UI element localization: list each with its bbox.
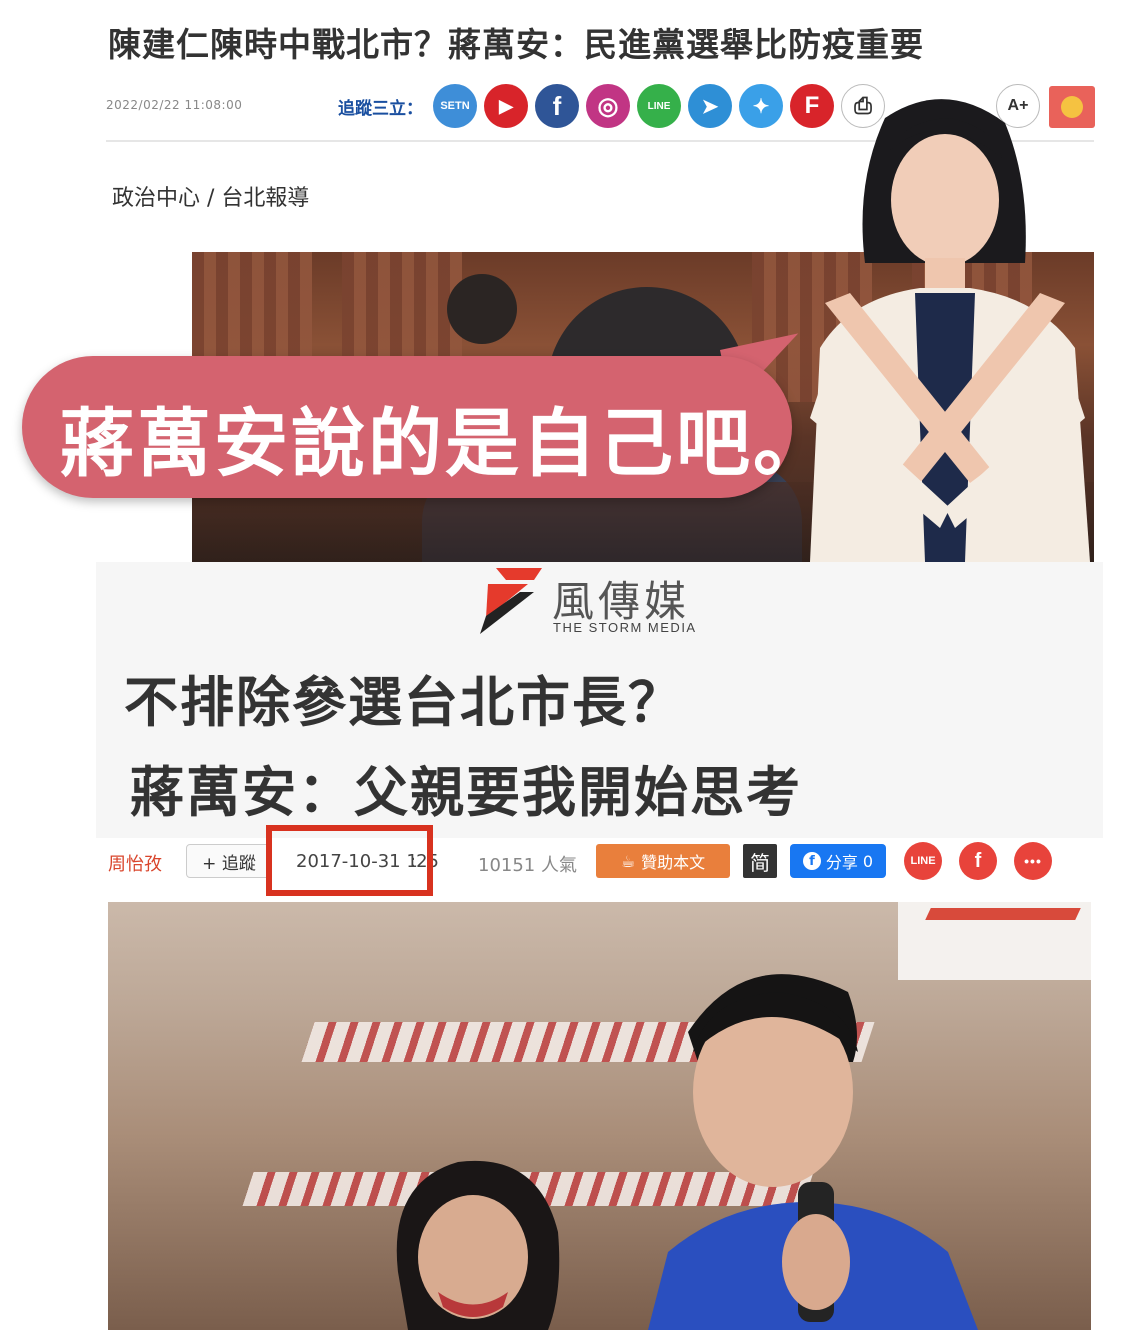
youtube-icon-glyph: ▶ — [499, 95, 513, 116]
share-count: 0 — [862, 851, 874, 871]
follow-label: 追蹤三立： — [338, 99, 423, 119]
sponsor-label: 贊助本文 — [641, 853, 706, 872]
youtube-icon[interactable]: ▶ — [484, 84, 528, 128]
headline-line-2: 蔣萬安：父親要我開始思考 — [130, 761, 802, 824]
instagram-icon-glyph: ◎ — [597, 92, 619, 120]
facebook-icon[interactable]: f — [535, 84, 579, 128]
logo-english: THE STORM MEDIA — [553, 620, 697, 635]
sponsor-button[interactable]: ☕ 贊助本文 — [596, 844, 730, 878]
storm-media-article: 風傳媒 THE STORM MEDIA 不排除參選台北市長？ 蔣萬安：父親要我開… — [96, 562, 1103, 838]
presenter-figure — [810, 99, 1090, 562]
storm-article-photo — [108, 902, 1091, 1330]
view-count: 10151 人氣 — [478, 855, 577, 876]
facebook-share-button[interactable]: f 分享 0 — [790, 844, 886, 878]
coffee-icon: ☕ — [620, 851, 636, 871]
setn-icon-label: SETN — [440, 100, 470, 112]
article-title: 陳建仁陳時中戰北市？蔣萬安：民進黨選舉比防疫重要 — [108, 25, 924, 64]
headline-line-1: 不排除參選台北市長？ — [124, 671, 684, 734]
author-name[interactable]: 周怡孜 — [108, 850, 162, 876]
storm-logo-icon — [480, 568, 542, 634]
camera-icon — [447, 274, 517, 344]
callout-text: 蔣萬安說的是自己吧。 — [60, 401, 830, 487]
article-datetime: 2022/02/22 11:08:00 — [106, 98, 243, 112]
more-options-icon[interactable]: ••• — [1014, 842, 1052, 880]
follow-author-button[interactable]: + 追蹤 — [186, 844, 272, 878]
line-share-icon[interactable]: LINE — [904, 842, 942, 880]
facebook-icon: f — [802, 852, 821, 870]
article-meta-bar: 周怡孜 + 追蹤 2017-10-31 1 :25 10151 人氣 ☕ 贊助本… — [96, 838, 1103, 900]
line-icon[interactable]: LINE — [637, 84, 681, 128]
telegram-icon-glyph: ➤ — [701, 95, 719, 118]
telegram-icon[interactable]: ➤ — [688, 84, 732, 128]
facebook-share-icon[interactable]: f — [959, 842, 997, 880]
facebook-icon-glyph: f — [552, 90, 562, 121]
speaker-figure — [648, 974, 978, 1330]
setn-article: 陳建仁陳時中戰北市？蔣萬安：民進黨選舉比防疫重要 2022/02/22 11:0… — [0, 0, 1140, 562]
twitter-icon[interactable]: ✦ — [739, 84, 783, 128]
article-byline: 政治中心 / 台北報導 — [112, 186, 310, 211]
simplified-chinese-button[interactable]: 简 — [743, 844, 777, 878]
instagram-icon[interactable]: ◎ — [586, 84, 630, 128]
line-icon-label: LINE — [647, 100, 671, 112]
twitter-icon-glyph: ✦ — [752, 95, 770, 118]
setn-icon[interactable]: SETN — [433, 84, 477, 128]
share-label: 分享 — [825, 853, 858, 872]
woman-figure — [396, 1160, 560, 1330]
date-highlight-box — [266, 825, 433, 896]
banner-mark — [925, 908, 1081, 920]
